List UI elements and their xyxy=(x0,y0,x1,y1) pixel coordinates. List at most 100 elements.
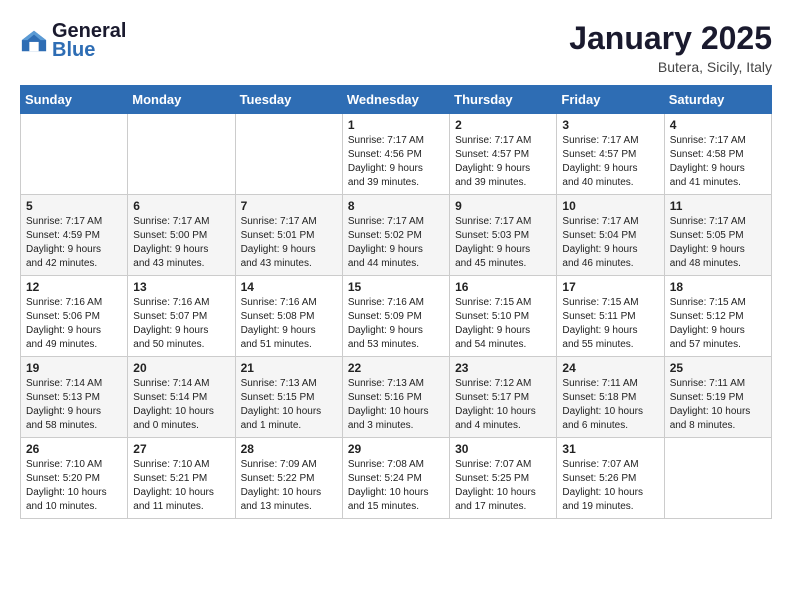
calendar-cell: 7 Sunrise: 7:17 AMSunset: 5:01 PMDaylight… xyxy=(235,195,342,276)
day-info: Sunrise: 7:11 AMSunset: 5:18 PMDaylight:… xyxy=(562,377,658,433)
calendar-cell: 4Sunrise: 7:17 AMSunset: 4:58 PMDaylight… xyxy=(664,114,771,195)
day-info: Sunrise: 7:14 AMSunset: 5:13 PMDaylight:… xyxy=(26,377,122,433)
day-number: 8 xyxy=(348,199,444,213)
day-info: Sunrise: 7:17 AMSunset: 4:57 PMDaylight:… xyxy=(562,134,658,190)
weekday-header-thursday: Thursday xyxy=(450,86,557,114)
calendar-cell xyxy=(664,438,771,519)
calendar-cell: 9Sunrise: 7:17 AMSunset: 5:03 PMDaylight… xyxy=(450,195,557,276)
day-info: Sunrise: 7:16 AMSunset: 5:08 PMDaylight:… xyxy=(241,296,337,352)
calendar-cell: 25Sunrise: 7:11 AMSunset: 5:19 PMDayligh… xyxy=(664,357,771,438)
day-number: 13 xyxy=(133,280,229,294)
calendar-cell: 5 Sunrise: 7:17 AMSunset: 4:59 PMDaylight… xyxy=(21,195,128,276)
day-info: Sunrise: 7:08 AMSunset: 5:24 PMDaylight:… xyxy=(348,458,444,514)
calendar-cell: 31 Sunrise: 7:07 AMSunset: 5:26 PMDayligh… xyxy=(557,438,664,519)
day-info: Sunrise: 7:17 AMSunset: 4:56 PMDaylight:… xyxy=(348,134,444,190)
day-info: Sunrise: 7:17 AMSunset: 5:01 PMDaylight:… xyxy=(241,215,337,271)
day-number: 26 xyxy=(26,442,122,456)
weekday-header-monday: Monday xyxy=(128,86,235,114)
calendar-cell: 29 Sunrise: 7:08 AMSunset: 5:24 PMDayligh… xyxy=(342,438,449,519)
day-number: 19 xyxy=(26,361,122,375)
day-number: 2 xyxy=(455,118,551,132)
calendar-cell xyxy=(21,114,128,195)
day-number: 24 xyxy=(562,361,658,375)
day-info: Sunrise: 7:17 AMSunset: 5:03 PMDaylight:… xyxy=(455,215,551,271)
weekday-header-sunday: Sunday xyxy=(21,86,128,114)
calendar-cell xyxy=(235,114,342,195)
calendar-cell: 22 Sunrise: 7:13 AMSunset: 5:16 PMDayligh… xyxy=(342,357,449,438)
calendar-cell: 17 Sunrise: 7:15 AMSunset: 5:11 PMDayligh… xyxy=(557,276,664,357)
calendar-cell: 21 Sunrise: 7:13 AMSunset: 5:15 PMDayligh… xyxy=(235,357,342,438)
calendar-cell: 12Sunrise: 7:16 AMSunset: 5:06 PMDayligh… xyxy=(21,276,128,357)
day-info: Sunrise: 7:13 AMSunset: 5:15 PMDaylight:… xyxy=(241,377,337,433)
calendar-cell: 6 Sunrise: 7:17 AMSunset: 5:00 PMDaylight… xyxy=(128,195,235,276)
day-number: 3 xyxy=(562,118,658,132)
day-info: Sunrise: 7:10 AMSunset: 5:21 PMDaylight:… xyxy=(133,458,229,514)
day-info: Sunrise: 7:15 AMSunset: 5:12 PMDaylight:… xyxy=(670,296,766,352)
day-info: Sunrise: 7:16 AMSunset: 5:07 PMDaylight:… xyxy=(133,296,229,352)
calendar-week-row: 5 Sunrise: 7:17 AMSunset: 4:59 PMDaylight… xyxy=(21,195,772,276)
weekday-header-saturday: Saturday xyxy=(664,86,771,114)
day-number: 31 xyxy=(562,442,658,456)
day-info: Sunrise: 7:17 AMSunset: 5:04 PMDaylight:… xyxy=(562,215,658,271)
day-number: 27 xyxy=(133,442,229,456)
calendar-table: SundayMondayTuesdayWednesdayThursdayFrid… xyxy=(20,85,772,519)
calendar-cell: 15Sunrise: 7:16 AMSunset: 5:09 PMDayligh… xyxy=(342,276,449,357)
day-info: Sunrise: 7:17 AMSunset: 5:00 PMDaylight:… xyxy=(133,215,229,271)
day-number: 16 xyxy=(455,280,551,294)
day-number: 20 xyxy=(133,361,229,375)
logo: General Blue xyxy=(20,20,126,62)
calendar-cell: 10 Sunrise: 7:17 AMSunset: 5:04 PMDayligh… xyxy=(557,195,664,276)
month-title: January 2025 xyxy=(569,20,772,57)
day-info: Sunrise: 7:15 AMSunset: 5:11 PMDaylight:… xyxy=(562,296,658,352)
day-info: Sunrise: 7:17 AMSunset: 4:59 PMDaylight:… xyxy=(26,215,122,271)
calendar-week-row: 19 Sunrise: 7:14 AMSunset: 5:13 PMDayligh… xyxy=(21,357,772,438)
calendar-cell: 19 Sunrise: 7:14 AMSunset: 5:13 PMDayligh… xyxy=(21,357,128,438)
day-number: 21 xyxy=(241,361,337,375)
day-info: Sunrise: 7:12 AMSunset: 5:17 PMDaylight:… xyxy=(455,377,551,433)
calendar-cell: 2 Sunrise: 7:17 AMSunset: 4:57 PMDaylight… xyxy=(450,114,557,195)
weekday-header-tuesday: Tuesday xyxy=(235,86,342,114)
day-number: 23 xyxy=(455,361,551,375)
day-info: Sunrise: 7:16 AMSunset: 5:06 PMDaylight:… xyxy=(26,296,122,352)
day-number: 22 xyxy=(348,361,444,375)
calendar-cell: 13 Sunrise: 7:16 AMSunset: 5:07 PMDayligh… xyxy=(128,276,235,357)
location-subtitle: Butera, Sicily, Italy xyxy=(569,59,772,75)
day-info: Sunrise: 7:16 AMSunset: 5:09 PMDaylight:… xyxy=(348,296,444,352)
calendar-cell: 30 Sunrise: 7:07 AMSunset: 5:25 PMDayligh… xyxy=(450,438,557,519)
logo-icon xyxy=(20,27,48,55)
day-number: 18 xyxy=(670,280,766,294)
calendar-cell: 18 Sunrise: 7:15 AMSunset: 5:12 PMDayligh… xyxy=(664,276,771,357)
calendar-header-row: SundayMondayTuesdayWednesdayThursdayFrid… xyxy=(21,86,772,114)
day-number: 11 xyxy=(670,199,766,213)
calendar-cell xyxy=(128,114,235,195)
page-header: General Blue January 2025 Butera, Sicily… xyxy=(20,20,772,75)
weekday-header-friday: Friday xyxy=(557,86,664,114)
day-info: Sunrise: 7:09 AMSunset: 5:22 PMDaylight:… xyxy=(241,458,337,514)
weekday-header-wednesday: Wednesday xyxy=(342,86,449,114)
day-info: Sunrise: 7:07 AMSunset: 5:25 PMDaylight:… xyxy=(455,458,551,514)
day-number: 28 xyxy=(241,442,337,456)
day-number: 10 xyxy=(562,199,658,213)
calendar-cell: 28 Sunrise: 7:09 AMSunset: 5:22 PMDayligh… xyxy=(235,438,342,519)
calendar-cell: 26 Sunrise: 7:10 AMSunset: 5:20 PMDayligh… xyxy=(21,438,128,519)
calendar-cell: 20Sunrise: 7:14 AMSunset: 5:14 PMDayligh… xyxy=(128,357,235,438)
calendar-cell: 14Sunrise: 7:16 AMSunset: 5:08 PMDayligh… xyxy=(235,276,342,357)
calendar-week-row: 12Sunrise: 7:16 AMSunset: 5:06 PMDayligh… xyxy=(21,276,772,357)
day-info: Sunrise: 7:07 AMSunset: 5:26 PMDaylight:… xyxy=(562,458,658,514)
calendar-cell: 24 Sunrise: 7:11 AMSunset: 5:18 PMDayligh… xyxy=(557,357,664,438)
day-number: 5 xyxy=(26,199,122,213)
day-info: Sunrise: 7:17 AMSunset: 4:57 PMDaylight:… xyxy=(455,134,551,190)
day-info: Sunrise: 7:17 AMSunset: 4:58 PMDaylight:… xyxy=(670,134,766,190)
day-info: Sunrise: 7:13 AMSunset: 5:16 PMDaylight:… xyxy=(348,377,444,433)
day-number: 30 xyxy=(455,442,551,456)
day-number: 7 xyxy=(241,199,337,213)
day-number: 6 xyxy=(133,199,229,213)
day-number: 29 xyxy=(348,442,444,456)
day-number: 17 xyxy=(562,280,658,294)
title-block: January 2025 Butera, Sicily, Italy xyxy=(569,20,772,75)
calendar-week-row: 1 Sunrise: 7:17 AMSunset: 4:56 PMDaylight… xyxy=(21,114,772,195)
calendar-cell: 23 Sunrise: 7:12 AMSunset: 5:17 PMDayligh… xyxy=(450,357,557,438)
calendar-cell: 3 Sunrise: 7:17 AMSunset: 4:57 PMDaylight… xyxy=(557,114,664,195)
day-number: 1 xyxy=(348,118,444,132)
day-info: Sunrise: 7:10 AMSunset: 5:20 PMDaylight:… xyxy=(26,458,122,514)
